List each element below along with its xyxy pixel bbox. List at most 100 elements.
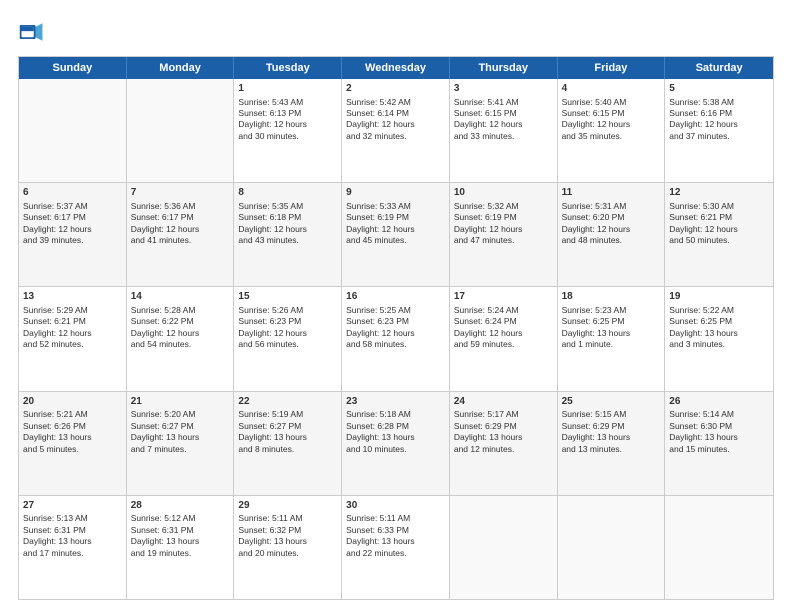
daylight-text: and 32 minutes. bbox=[346, 131, 406, 141]
sunset-text: Sunset: 6:32 PM bbox=[238, 525, 301, 535]
daylight-text: Daylight: 12 hours bbox=[454, 328, 523, 338]
daylight-text: Daylight: 12 hours bbox=[562, 224, 631, 234]
sunset-text: Sunset: 6:29 PM bbox=[562, 421, 625, 431]
sunset-text: Sunset: 6:23 PM bbox=[346, 316, 409, 326]
empty-cell-r0c1 bbox=[127, 79, 235, 182]
daylight-text: and 48 minutes. bbox=[562, 235, 622, 245]
day-number: 26 bbox=[669, 395, 769, 409]
daylight-text: Daylight: 12 hours bbox=[238, 224, 307, 234]
daylight-text: and 39 minutes. bbox=[23, 235, 83, 245]
daylight-text: and 15 minutes. bbox=[669, 444, 729, 454]
sunrise-text: Sunrise: 5:12 AM bbox=[131, 513, 196, 523]
sunset-text: Sunset: 6:19 PM bbox=[346, 212, 409, 222]
sunrise-text: Sunrise: 5:24 AM bbox=[454, 305, 519, 315]
sunrise-text: Sunrise: 5:19 AM bbox=[238, 409, 303, 419]
sunrise-text: Sunrise: 5:31 AM bbox=[562, 201, 627, 211]
daylight-text: and 37 minutes. bbox=[669, 131, 729, 141]
sunset-text: Sunset: 6:30 PM bbox=[669, 421, 732, 431]
sunrise-text: Sunrise: 5:29 AM bbox=[23, 305, 88, 315]
day-number: 25 bbox=[562, 395, 661, 409]
sunset-text: Sunset: 6:31 PM bbox=[131, 525, 194, 535]
day-cell-29: 29Sunrise: 5:11 AMSunset: 6:32 PMDayligh… bbox=[234, 496, 342, 599]
sunrise-text: Sunrise: 5:14 AM bbox=[669, 409, 734, 419]
day-cell-14: 14Sunrise: 5:28 AMSunset: 6:22 PMDayligh… bbox=[127, 287, 235, 390]
sunset-text: Sunset: 6:27 PM bbox=[238, 421, 301, 431]
day-number: 10 bbox=[454, 186, 553, 200]
day-cell-21: 21Sunrise: 5:20 AMSunset: 6:27 PMDayligh… bbox=[127, 392, 235, 495]
daylight-text: and 19 minutes. bbox=[131, 548, 191, 558]
day-number: 16 bbox=[346, 290, 445, 304]
daylight-text: Daylight: 13 hours bbox=[562, 328, 631, 338]
sunrise-text: Sunrise: 5:17 AM bbox=[454, 409, 519, 419]
day-cell-28: 28Sunrise: 5:12 AM Sunset: 6:31 PMDayligh… bbox=[127, 496, 235, 599]
daylight-text: and 30 minutes. bbox=[238, 131, 298, 141]
sunset-text: Sunset: 6:25 PM bbox=[669, 316, 732, 326]
daylight-text: Daylight: 12 hours bbox=[238, 119, 307, 129]
daylight-text: Daylight: 13 hours bbox=[669, 328, 738, 338]
sunset-text: Sunset: 6:17 PM bbox=[131, 212, 194, 222]
day-cell-19: 19Sunrise: 5:22 AMSunset: 6:25 PMDayligh… bbox=[665, 287, 773, 390]
sunset-text: Sunset: 6:33 PM bbox=[346, 525, 409, 535]
sunset-text: Sunset: 6:15 PM bbox=[562, 108, 625, 118]
day-cell-4: 4Sunrise: 5:40 AMSunset: 6:15 PMDaylight… bbox=[558, 79, 666, 182]
sunrise-text: Sunrise: 5:18 AM bbox=[346, 409, 411, 419]
sunset-text: Sunset: 6:17 PM bbox=[23, 212, 86, 222]
daylight-text: and 35 minutes. bbox=[562, 131, 622, 141]
daylight-text: and 41 minutes. bbox=[131, 235, 191, 245]
day-cell-15: 15Sunrise: 5:26 AMSunset: 6:23 PMDayligh… bbox=[234, 287, 342, 390]
logo-icon bbox=[18, 18, 46, 46]
day-cell-17: 17Sunrise: 5:24 AMSunset: 6:24 PMDayligh… bbox=[450, 287, 558, 390]
daylight-text: Daylight: 13 hours bbox=[454, 432, 523, 442]
logo bbox=[18, 18, 50, 46]
daylight-text: and 22 minutes. bbox=[346, 548, 406, 558]
day-number: 20 bbox=[23, 395, 122, 409]
empty-cell-r4c6 bbox=[665, 496, 773, 599]
sunrise-text: Sunrise: 5:26 AM bbox=[238, 305, 303, 315]
day-number: 2 bbox=[346, 82, 445, 96]
sunrise-text: Sunrise: 5:36 AM bbox=[131, 201, 196, 211]
daylight-text: and 59 minutes. bbox=[454, 339, 514, 349]
day-number: 11 bbox=[562, 186, 661, 200]
daylight-text: and 43 minutes. bbox=[238, 235, 298, 245]
daylight-text: and 7 minutes. bbox=[131, 444, 187, 454]
daylight-text: Daylight: 12 hours bbox=[131, 328, 200, 338]
daylight-text: Daylight: 13 hours bbox=[346, 432, 415, 442]
calendar-row-3: 13Sunrise: 5:29 AMSunset: 6:21 PMDayligh… bbox=[19, 287, 773, 391]
sunrise-text: Sunrise: 5:21 AM bbox=[23, 409, 88, 419]
daylight-text: and 56 minutes. bbox=[238, 339, 298, 349]
sunrise-text: Sunrise: 5:38 AM bbox=[669, 97, 734, 107]
day-number: 18 bbox=[562, 290, 661, 304]
day-cell-25: 25Sunrise: 5:15 AMSunset: 6:29 PMDayligh… bbox=[558, 392, 666, 495]
daylight-text: Daylight: 12 hours bbox=[346, 328, 415, 338]
day-number: 15 bbox=[238, 290, 337, 304]
day-cell-6: 6Sunrise: 5:37 AMSunset: 6:17 PMDaylight… bbox=[19, 183, 127, 286]
sunset-text: Sunset: 6:26 PM bbox=[23, 421, 86, 431]
daylight-text: Daylight: 13 hours bbox=[131, 536, 200, 546]
calendar: Sunday Monday Tuesday Wednesday Thursday… bbox=[18, 56, 774, 600]
daylight-text: Daylight: 13 hours bbox=[669, 432, 738, 442]
day-number: 28 bbox=[131, 499, 230, 513]
day-cell-16: 16Sunrise: 5:25 AMSunset: 6:23 PMDayligh… bbox=[342, 287, 450, 390]
day-number: 19 bbox=[669, 290, 769, 304]
daylight-text: and 58 minutes. bbox=[346, 339, 406, 349]
sunset-text: Sunset: 6:13 PM bbox=[238, 108, 301, 118]
day-number: 23 bbox=[346, 395, 445, 409]
calendar-row-4: 20Sunrise: 5:21 AM Sunset: 6:26 PM Dayligh… bbox=[19, 392, 773, 496]
daylight-text: and 5 minutes. bbox=[23, 444, 79, 454]
daylight-text: and 20 minutes. bbox=[238, 548, 298, 558]
day-number: 13 bbox=[23, 290, 122, 304]
calendar-body: 1Sunrise: 5:43 AMSunset: 6:13 PMDaylight… bbox=[19, 79, 773, 599]
empty-cell-r0c0 bbox=[19, 79, 127, 182]
header bbox=[18, 18, 774, 46]
day-number: 9 bbox=[346, 186, 445, 200]
day-number: 1 bbox=[238, 82, 337, 96]
header-wednesday: Wednesday bbox=[342, 57, 450, 79]
day-cell-22: 22Sunrise: 5:19 AMSunset: 6:27 PMDayligh… bbox=[234, 392, 342, 495]
sunrise-text: Sunrise: 5:23 AM bbox=[562, 305, 627, 315]
calendar-header: Sunday Monday Tuesday Wednesday Thursday… bbox=[19, 57, 773, 79]
sunrise-text: Sunrise: 5:28 AM bbox=[131, 305, 196, 315]
header-saturday: Saturday bbox=[665, 57, 773, 79]
day-number: 24 bbox=[454, 395, 553, 409]
daylight-text: and 52 minutes. bbox=[23, 339, 83, 349]
sunset-text: Sunset: 6:25 PM bbox=[562, 316, 625, 326]
